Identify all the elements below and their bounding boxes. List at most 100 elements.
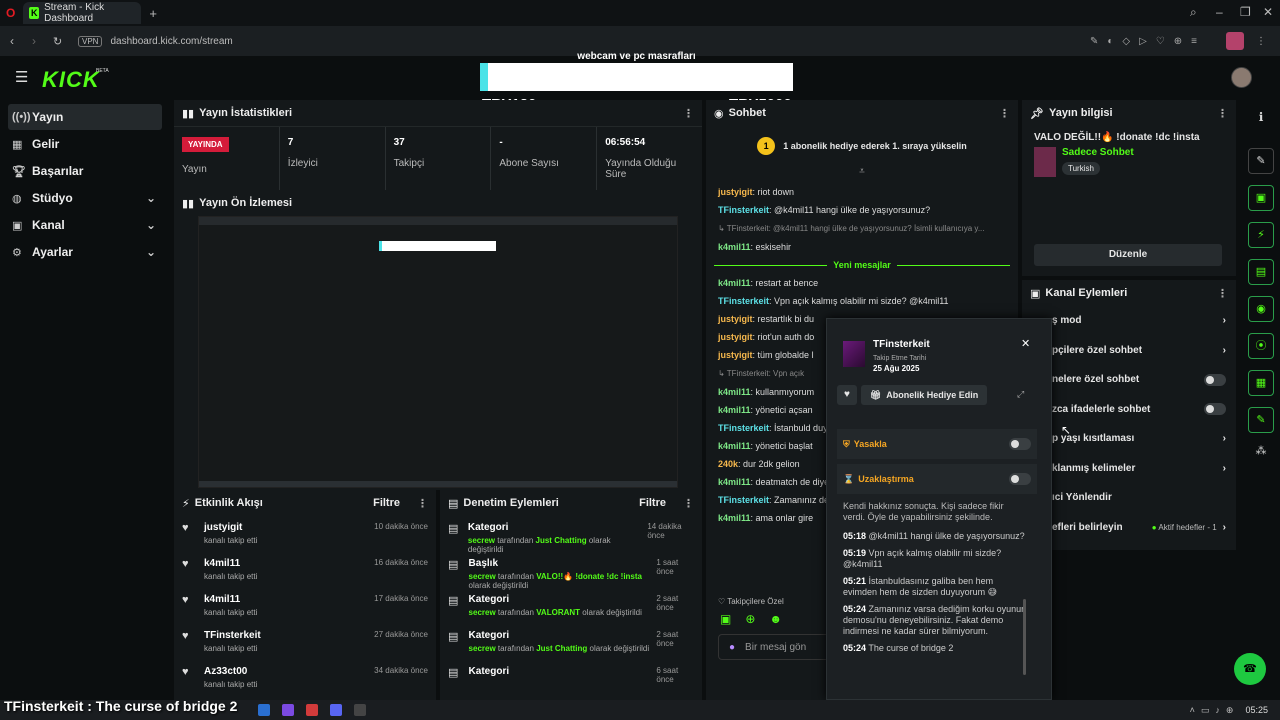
moderator-name[interactable]: secrew: [469, 644, 496, 653]
chat-message[interactable]: k4mil11: restart at bence: [706, 274, 1018, 292]
share-icon[interactable]: ⁂: [1242, 444, 1280, 457]
heart-button[interactable]: ♥: [837, 385, 857, 405]
hamburger-menu-icon[interactable]: ☰: [15, 68, 28, 86]
profile-avatar[interactable]: [1226, 32, 1244, 50]
maximize-icon[interactable]: ❐: [1240, 5, 1251, 19]
chat-username[interactable]: k4mil11: [718, 387, 751, 397]
ban-toggle[interactable]: [1009, 438, 1031, 450]
chat-username[interactable]: justyigit: [718, 314, 753, 324]
filter-button[interactable]: Filtre: [639, 497, 666, 509]
search-tabs-icon[interactable]: ⌕: [1190, 5, 1197, 20]
forward-icon[interactable]: ›: [32, 34, 36, 48]
channel-action-item[interactable]: zca ifadelerle sohbet: [1022, 395, 1236, 425]
info-icon[interactable]: ℹ: [1242, 110, 1280, 124]
chat-message[interactable]: k4mil11: eskisehir: [706, 238, 1018, 256]
close-icon[interactable]: ✕: [1021, 337, 1030, 350]
taskbar-app-icon[interactable]: [330, 704, 342, 716]
chat-username[interactable]: k4mil11: [718, 441, 751, 451]
chat-username[interactable]: TFinsterkeit: [718, 205, 769, 215]
sidebar-item-ayarlar[interactable]: ⚙ Ayarlar ⌄: [8, 239, 162, 265]
chat-username[interactable]: justyigit: [718, 187, 753, 197]
history-scrollbar[interactable]: [1023, 599, 1026, 675]
moderation-item[interactable]: ▤ Kategori 6 saat önce: [440, 660, 702, 696]
channel-action-toggle[interactable]: [1204, 373, 1226, 386]
activity-item[interactable]: ♥ k4mil11 kanalı takip etti 16 dakika önce: [174, 552, 436, 588]
chat-username[interactable]: k4mil11: [718, 513, 751, 523]
chat-username[interactable]: TFinsterkeit: [718, 423, 769, 433]
browser-tab[interactable]: K Stream - Kick Dashboard: [23, 2, 142, 24]
more-options-icon[interactable]: ⋮: [417, 497, 428, 510]
taskbar-app-icon[interactable]: [282, 704, 294, 716]
activity-user[interactable]: k4mil11: [204, 594, 257, 605]
category-name[interactable]: Sadece Sohbet: [1062, 147, 1134, 158]
vpn-badge[interactable]: VPN: [78, 35, 103, 47]
broadcast-icon[interactable]: ⦿: [1248, 333, 1274, 359]
wrench-icon[interactable]: ✎: [1248, 407, 1274, 433]
url-field[interactable]: dashboard.kick.com/stream: [110, 36, 232, 47]
more-options-icon[interactable]: ⋮: [999, 107, 1010, 120]
moderation-item[interactable]: ▤ Kategori secrew tarafından VALORANT olar…: [440, 588, 702, 624]
more-options-icon[interactable]: ⋮: [683, 497, 694, 510]
activity-user[interactable]: justyigit: [204, 522, 257, 533]
chat-message[interactable]: TFinsterkeit: @k4mil11 hangi ülke de yaş…: [706, 201, 1018, 219]
timeout-toggle[interactable]: [1009, 473, 1031, 485]
emote-bar[interactable]: ▣⊕☻: [720, 612, 796, 626]
opera-icon[interactable]: O: [6, 6, 15, 20]
chat-message[interactable]: TFinsterkeit: Vpn açık kalmış olabilir m…: [706, 292, 1018, 310]
channel-action-item[interactable]: ıci Yönlendir: [1022, 483, 1236, 513]
activity-user[interactable]: TFinsterkeit: [204, 630, 261, 641]
screen-icon[interactable]: ▣: [1248, 185, 1274, 211]
reload-icon[interactable]: ↻: [53, 35, 62, 48]
document-icon[interactable]: ▤: [1248, 259, 1274, 285]
kick-logo[interactable]: KICK: [42, 67, 100, 93]
minimize-icon[interactable]: –: [1216, 5, 1223, 19]
user-avatar[interactable]: [1231, 67, 1252, 88]
chat-username[interactable]: k4mil11: [718, 242, 751, 252]
chat-message[interactable]: ↳ TFinsterkeit: @k4mil11 hangi ülke de y…: [706, 219, 1018, 238]
taskbar-app-icon[interactable]: [306, 704, 318, 716]
channel-action-item[interactable]: nelere özel sohbet: [1022, 365, 1236, 395]
more-options-icon[interactable]: ⋮: [683, 107, 694, 120]
chat-username[interactable]: 240k: [718, 459, 738, 469]
channel-action-item[interactable]: klanmış kelimeler ›: [1022, 454, 1236, 484]
edit-button[interactable]: Düzenle: [1034, 244, 1222, 266]
layout-icon[interactable]: ▦: [1248, 370, 1274, 396]
chat-username[interactable]: k4mil11: [718, 477, 751, 487]
moderator-name[interactable]: secrew: [469, 572, 496, 581]
sidebar-item-yayin[interactable]: ((•)) Yayın: [8, 104, 162, 130]
new-tab-icon[interactable]: +: [149, 6, 157, 21]
chat-username[interactable]: k4mil11: [718, 278, 751, 288]
back-icon[interactable]: ‹: [10, 34, 14, 48]
channel-action-item[interactable]: pçilere özel sohbet ›: [1022, 336, 1236, 366]
microphone-icon[interactable]: ●: [729, 642, 735, 653]
channel-action-item[interactable]: p yaşı kısıtlaması ›: [1022, 424, 1236, 454]
moderation-item[interactable]: ▤ Başlık secrew tarafından VALO!!🔥 !donate…: [440, 552, 702, 590]
close-window-icon[interactable]: ✕: [1263, 5, 1273, 19]
activity-item[interactable]: ♥ justyigit kanalı takip etti 10 dakika önc…: [174, 516, 436, 552]
moderator-name[interactable]: secrew: [469, 608, 496, 617]
stream-preview-video[interactable]: [198, 216, 678, 488]
sidebar-item-kanal[interactable]: ▣ Kanal ⌄: [8, 212, 162, 238]
bolt-icon[interactable]: ⚡: [1248, 222, 1274, 248]
chat-username[interactable]: justyigit: [718, 332, 753, 342]
activity-user[interactable]: k4mil11: [204, 558, 257, 569]
gift-sub-button[interactable]: 🎁︎ Abonelik Hediye Edin: [861, 385, 987, 405]
moderation-item[interactable]: ▤ Kategori secrew tarafından Just Chatting…: [440, 516, 702, 554]
activity-item[interactable]: ♥ k4mil11 kanalı takip etti 17 dakika önce: [174, 588, 436, 624]
browser-extension-icons[interactable]: ✎◐◇▷♡⊕≡: [1090, 36, 1206, 47]
chat-message[interactable]: justyigit: riot down: [706, 183, 1018, 201]
moderation-item[interactable]: ▤ Kategori secrew tarafından Just Chatting…: [440, 624, 702, 660]
sidebar-item-gelir[interactable]: ▦ Gelir: [8, 131, 162, 157]
browser-menu-icon[interactable]: ⋮: [1256, 36, 1266, 47]
channel-action-item[interactable]: ş mod ›: [1022, 306, 1236, 336]
edit-pencil-icon[interactable]: ✎: [1248, 148, 1274, 174]
pinned-gift-banner[interactable]: 1 1 abonelik hediye ederek 1. sıraya yük…: [706, 126, 1018, 166]
sidebar-item-basarilar[interactable]: 🏆︎ Başarılar: [8, 158, 162, 184]
sidebar-item-studyo[interactable]: ◍ Stüdyo ⌄: [8, 185, 162, 211]
expand-icon[interactable]: ⤢: [1017, 389, 1024, 400]
channel-action-item[interactable]: efleri belirleyin ● Aktif hedefler - 1 ›: [1022, 513, 1236, 543]
chat-username[interactable]: TFinsterkeit: [718, 296, 769, 306]
chat-username[interactable]: k4mil11: [718, 405, 751, 415]
moderator-name[interactable]: secrew: [468, 536, 495, 545]
activity-user[interactable]: Az33ct00: [204, 666, 257, 677]
